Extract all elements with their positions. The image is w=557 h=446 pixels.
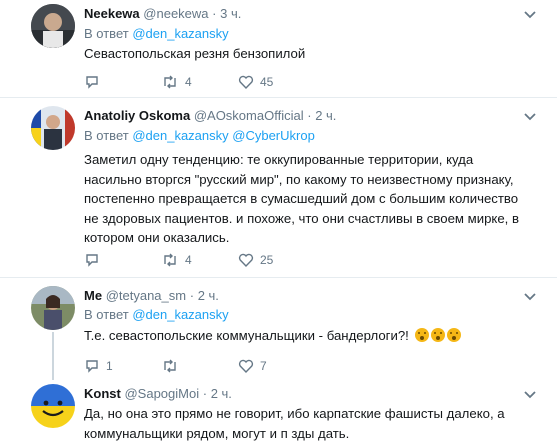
retweet-button[interactable] <box>161 357 185 375</box>
timestamp[interactable]: 2 ч. <box>211 386 232 401</box>
timestamp[interactable]: 2 ч. <box>198 288 219 303</box>
like-button[interactable]: 7 <box>238 357 267 375</box>
chevron-down-icon[interactable] <box>523 10 537 20</box>
reply-icon <box>86 254 98 267</box>
retweet-button[interactable]: 4 <box>161 73 192 91</box>
mention-link[interactable]: @CyberUkrop <box>232 128 315 143</box>
timestamp[interactable]: 3 ч. <box>220 6 241 21</box>
tweet-text: Заметил одну тенденцию: те оккупированны… <box>84 152 520 245</box>
astonished-emoji-icon <box>446 328 461 342</box>
tweet[interactable]: Anatoliy Oskoma @AOskomaOfficial · 2 ч. … <box>0 98 557 278</box>
mention-link[interactable]: @den_kazansky <box>132 128 228 143</box>
like-count: 7 <box>260 359 267 373</box>
author-handle[interactable]: @neekewa <box>143 6 208 21</box>
reply-icon <box>86 360 98 373</box>
avatar[interactable] <box>31 286 75 330</box>
tweet-text: Да, но она это прямо не говорит, ибо кар… <box>84 406 505 441</box>
retweet-icon <box>164 253 176 267</box>
heart-icon <box>238 359 254 374</box>
author-handle[interactable]: @AOskomaOfficial <box>194 108 304 123</box>
tweet[interactable]: Me @tetyana_sm · 2 ч. В ответ @den_kazan… <box>0 278 557 380</box>
reply-prefix: В ответ <box>84 307 129 322</box>
separator-dot: · <box>307 108 312 123</box>
reply-button[interactable] <box>84 73 106 91</box>
retweet-icon <box>164 359 176 373</box>
tweet[interactable]: Konst @SapogiMoi · 2 ч. Да, но она это п… <box>0 380 557 446</box>
mention-link[interactable]: @den_kazansky <box>132 26 228 41</box>
thread-line <box>52 332 54 380</box>
reply-icon <box>86 76 98 89</box>
author-handle[interactable]: @tetyana_sm <box>106 288 186 303</box>
tweet-text: Севастопольская резня бензопилой <box>84 46 306 61</box>
like-button[interactable]: 45 <box>238 73 273 91</box>
chevron-down-icon[interactable] <box>523 112 537 122</box>
reply-prefix: В ответ <box>84 26 129 41</box>
astonished-emoji-icon <box>430 328 445 342</box>
astonished-emoji-icon <box>414 328 429 342</box>
like-button[interactable]: 25 <box>238 251 273 269</box>
tweet-text-content: Т.е. севастопольские коммунальщики - бан… <box>84 328 409 343</box>
heart-icon <box>238 75 254 90</box>
separator-dot: · <box>189 288 195 303</box>
avatar[interactable] <box>31 384 75 428</box>
like-count: 45 <box>260 75 274 89</box>
author-name[interactable]: Konst <box>84 386 121 401</box>
author-name[interactable]: Me <box>84 288 102 303</box>
like-count: 25 <box>260 253 274 267</box>
author-name[interactable]: Anatoliy Oskoma <box>84 108 190 123</box>
retweet-count: 4 <box>185 75 192 89</box>
reply-button[interactable]: 1 <box>84 357 113 375</box>
chevron-down-icon[interactable] <box>523 390 537 400</box>
heart-icon <box>238 253 254 268</box>
retweet-button[interactable]: 4 <box>161 251 192 269</box>
retweet-icon <box>164 75 176 89</box>
separator-dot: · <box>202 386 208 401</box>
author-handle[interactable]: @SapogiMoi <box>124 386 199 401</box>
retweet-count: 4 <box>185 253 192 267</box>
reply-button[interactable] <box>84 251 106 269</box>
tweet[interactable]: Neekewa @neekewa · 3 ч. В ответ @den_kaz… <box>0 0 557 98</box>
timestamp[interactable]: 2 ч. <box>315 108 336 123</box>
avatar[interactable] <box>31 106 75 150</box>
avatar[interactable] <box>31 4 75 48</box>
reply-count: 1 <box>106 359 113 373</box>
tweet-text: Т.е. севастопольские коммунальщики - бан… <box>84 326 534 346</box>
reply-prefix: В ответ <box>84 128 129 143</box>
chevron-down-icon[interactable] <box>523 292 537 302</box>
author-name[interactable]: Neekewa <box>84 6 140 21</box>
separator-dot: · <box>212 6 217 21</box>
mention-link[interactable]: @den_kazansky <box>132 307 228 322</box>
